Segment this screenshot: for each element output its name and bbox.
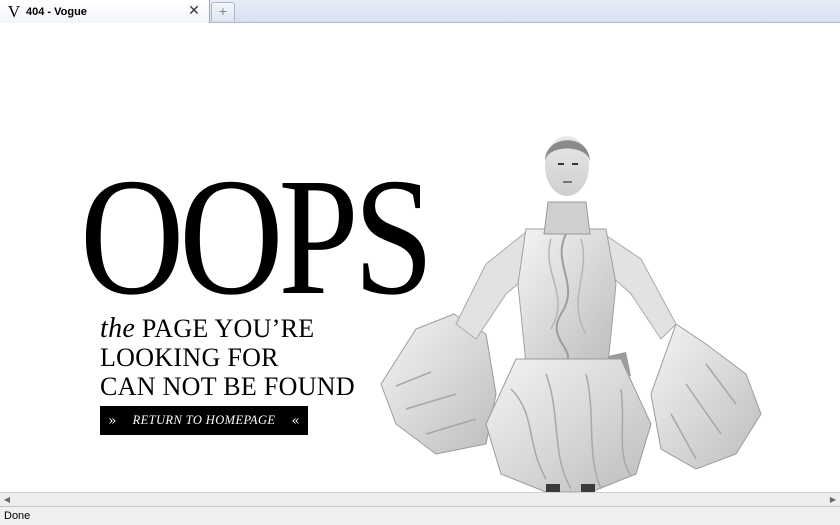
double-chevron-left-icon: « bbox=[291, 412, 300, 429]
status-text: Done bbox=[4, 510, 31, 522]
horizontal-scrollbar[interactable]: ◀ ▶ bbox=[0, 492, 840, 506]
message-line-3: CAN NOT BE FOUND bbox=[100, 372, 355, 401]
message-line-1-rest: PAGE YOU’RE bbox=[135, 314, 315, 343]
close-tab-icon[interactable]: ✕ bbox=[187, 4, 201, 18]
message-italic-the: the bbox=[100, 313, 136, 344]
double-chevron-right-icon: » bbox=[108, 412, 117, 429]
scrollbar-track[interactable] bbox=[14, 494, 826, 505]
return-to-homepage-button[interactable]: » RETURN TO HOMEPAGE « bbox=[100, 406, 308, 435]
scroll-right-arrow-icon[interactable]: ▶ bbox=[826, 493, 840, 506]
page-content: OOPS the PAGE YOU’RE LOOKING FOR CAN NOT… bbox=[0, 24, 840, 492]
browser-tab-strip: V 404 - Vogue ✕ + bbox=[0, 0, 840, 23]
tab-title: 404 - Vogue bbox=[26, 5, 87, 18]
vogue-favicon-icon: V bbox=[7, 1, 21, 21]
status-bar: Done bbox=[0, 506, 840, 525]
active-tab[interactable]: V 404 - Vogue ✕ bbox=[0, 0, 210, 23]
new-tab-button[interactable]: + bbox=[211, 2, 235, 21]
message-line-2: LOOKING FOR bbox=[100, 343, 279, 372]
message-line-1: the PAGE YOU’RE bbox=[100, 314, 314, 344]
scroll-left-arrow-icon[interactable]: ◀ bbox=[0, 493, 14, 506]
model-photo bbox=[380, 136, 762, 492]
return-button-label: RETURN TO HOMEPAGE bbox=[132, 413, 276, 427]
